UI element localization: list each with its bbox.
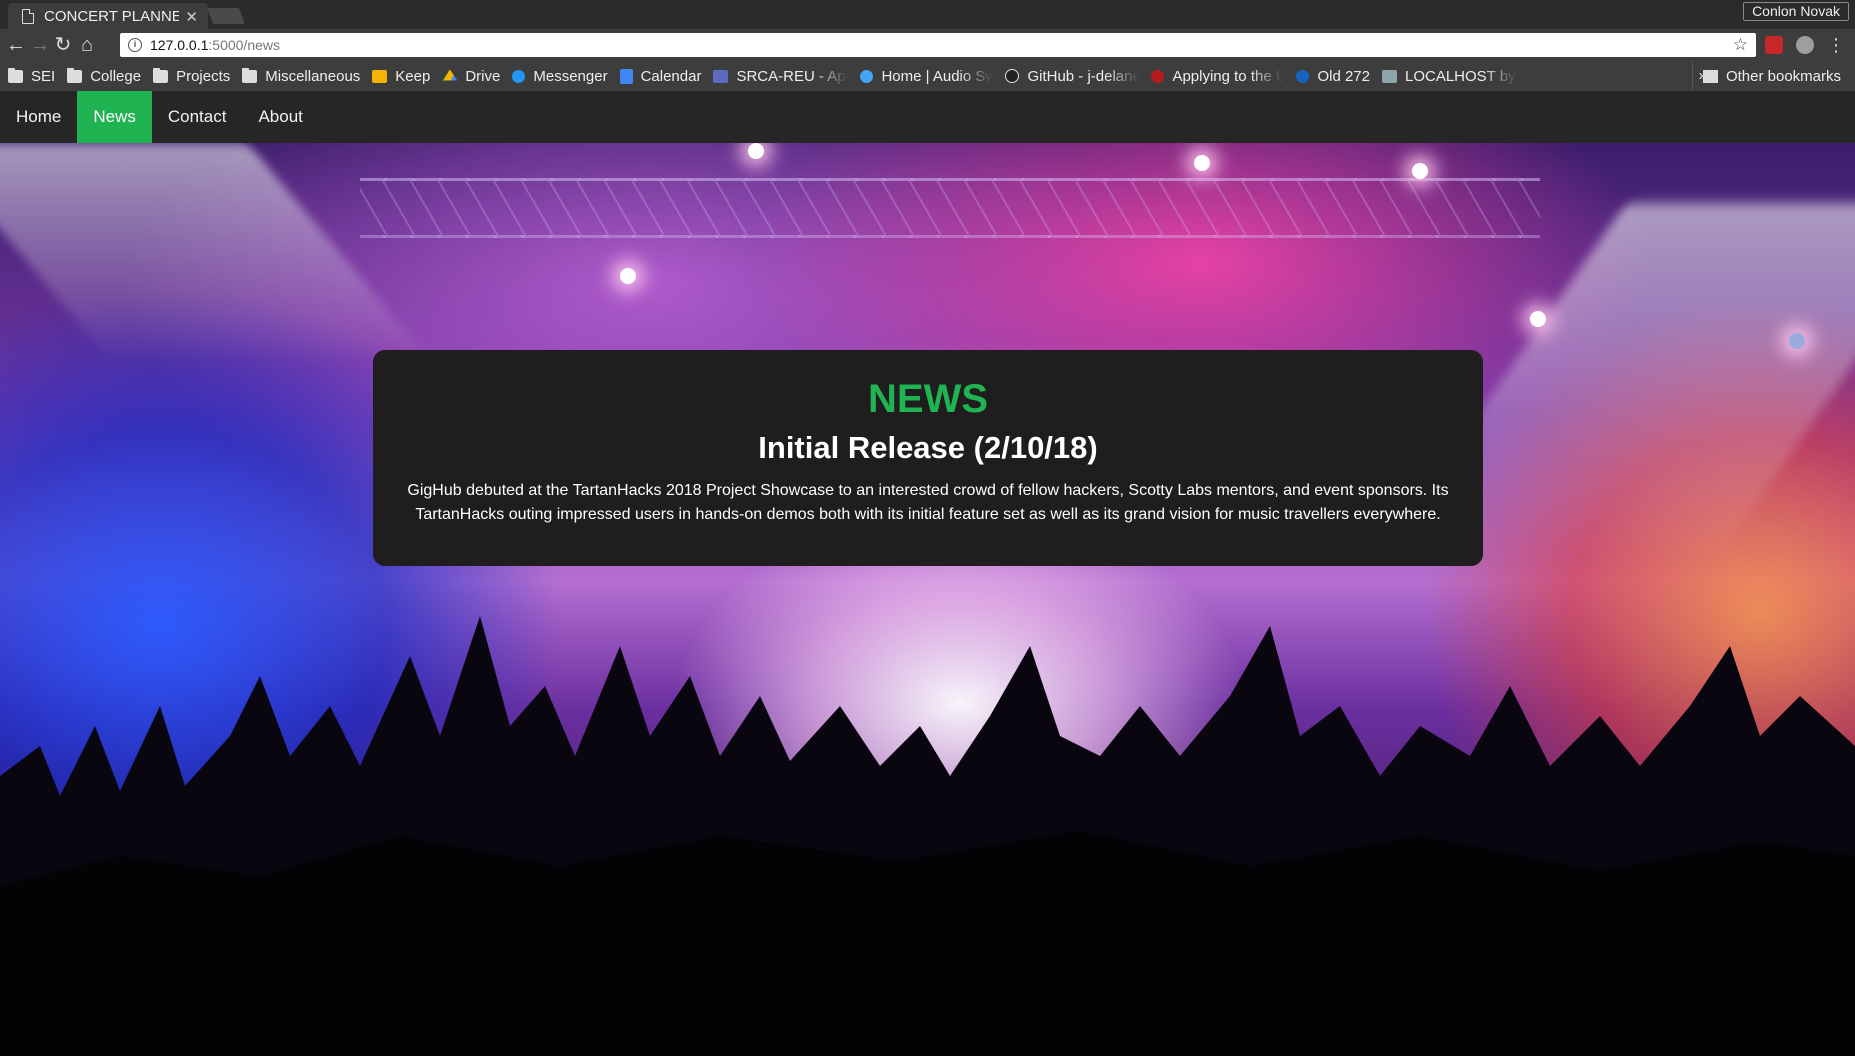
stage-light <box>1412 163 1428 179</box>
menu-dots-icon[interactable]: ⋮ <box>1826 35 1846 55</box>
bookmarks-bar: SEI College Projects Miscellaneous Keep … <box>0 61 1855 91</box>
url-host: 127.0.0.1 <box>150 37 209 53</box>
folder-icon <box>1702 69 1718 83</box>
bookmark-item[interactable]: GitHub - j-delane <box>1005 68 1139 85</box>
url-path: :5000/news <box>208 37 280 53</box>
browser-toolbar: ← → ↻ ⌂ i 127.0.0.1:5000/news ☆ ⋮ <box>0 29 1855 61</box>
drive-icon <box>442 69 458 81</box>
stage-light <box>1194 155 1210 171</box>
globe-icon <box>860 69 874 83</box>
bookmark-item[interactable]: Miscellaneous <box>242 67 360 85</box>
extension-shield-icon[interactable] <box>1796 36 1814 54</box>
folder-icon <box>8 67 23 83</box>
bookmark-item[interactable]: Calendar <box>619 68 701 85</box>
bookmark-item[interactable]: Old 272 <box>1296 68 1370 85</box>
nav-contact-link[interactable]: Contact <box>152 91 243 143</box>
stage-light <box>1789 333 1805 349</box>
bookmark-item[interactable]: SRCA-REU - Appl <box>713 68 848 85</box>
stage-light <box>748 143 764 159</box>
github-icon <box>1005 69 1020 83</box>
nav-about-link[interactable]: About <box>242 91 318 143</box>
reload-icon[interactable]: ↻ <box>53 35 73 55</box>
close-tab-icon[interactable]: ✕ <box>185 8 198 26</box>
home-icon[interactable]: ⌂ <box>77 35 97 55</box>
bookmark-item[interactable]: LOCALHOST by A <box>1381 68 1517 85</box>
news-heading: NEWS <box>868 377 988 421</box>
stage-truss <box>360 178 1540 238</box>
browser-tab[interactable]: CONCERT PLANNER ✕ <box>8 3 208 30</box>
page-icon <box>22 9 34 24</box>
site-info-icon[interactable]: i <box>128 38 142 52</box>
keep-icon <box>372 69 388 83</box>
stage-light <box>1530 311 1546 327</box>
bookmark-item[interactable]: Applying to the U <box>1151 68 1284 85</box>
folder-icon <box>67 67 83 83</box>
news-item-title: Initial Release (2/10/18) <box>758 430 1098 465</box>
red-dot-icon <box>1151 69 1165 83</box>
messenger-icon <box>512 69 526 83</box>
bookmark-item[interactable]: Home | Audio Sw <box>860 68 993 85</box>
nav-home-link[interactable]: Home <box>0 91 77 143</box>
page-viewport: Home News Contact About NEWS Initial Rel… <box>0 91 1855 1056</box>
light-beam <box>0 143 433 363</box>
site-navbar: Home News Contact About <box>0 91 1855 143</box>
globe-icon <box>1296 69 1310 83</box>
stage-light <box>620 268 636 284</box>
bookmark-star-icon[interactable]: ☆ <box>1733 33 1748 57</box>
back-icon[interactable]: ← <box>6 35 26 55</box>
bookmark-item[interactable]: Messenger <box>512 68 608 85</box>
nav-news-link[interactable]: News <box>77 91 152 143</box>
concert-background-image <box>0 143 1855 1056</box>
bookmark-item[interactable]: Drive <box>442 68 500 85</box>
browser-tabstrip: CONCERT PLANNER ✕ Conlon Novak <box>0 0 1855 30</box>
news-item-body: GigHub debuted at the TartanHacks 2018 P… <box>407 482 1449 523</box>
bookmark-item[interactable]: Projects <box>153 67 230 85</box>
image-icon <box>1381 69 1397 83</box>
other-bookmarks[interactable]: Other bookmarks <box>1691 61 1855 91</box>
forward-icon[interactable]: → <box>30 35 50 55</box>
calendar-icon <box>619 68 633 84</box>
folder-icon <box>153 67 169 83</box>
tab-title: CONCERT PLANNER <box>44 8 180 25</box>
form-icon <box>713 69 729 83</box>
address-bar[interactable]: i 127.0.0.1:5000/news ☆ <box>120 33 1756 57</box>
bookmark-item[interactable]: College <box>67 67 141 85</box>
new-tab-button[interactable] <box>207 8 245 24</box>
news-card: NEWS Initial Release (2/10/18) GigHub de… <box>373 350 1483 566</box>
profile-button[interactable]: Conlon Novak <box>1743 2 1849 21</box>
bookmark-item[interactable]: SEI <box>8 67 55 85</box>
crowd-silhouette <box>0 616 1855 1056</box>
extension-mail-icon[interactable] <box>1765 36 1783 54</box>
bookmark-item[interactable]: Keep <box>372 68 430 85</box>
folder-icon <box>242 67 258 83</box>
